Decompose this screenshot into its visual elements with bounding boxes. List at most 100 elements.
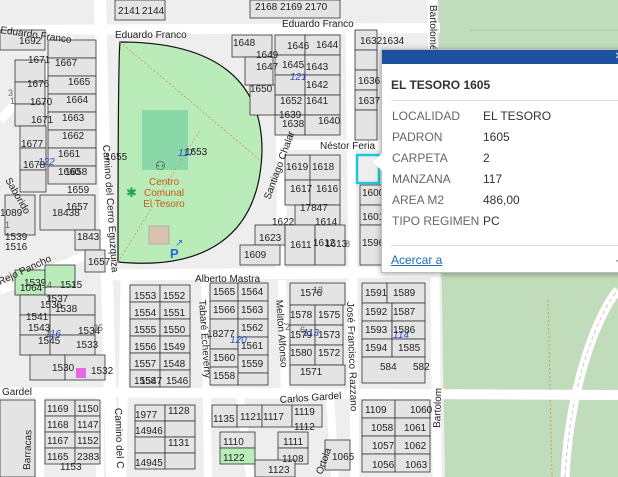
lot-number: 1089 (0, 208, 23, 219)
lot-number: 1558 (213, 371, 236, 382)
lot-number: 1119 (294, 407, 315, 418)
lot-number: 1619 (286, 162, 309, 173)
lot-number: 1658 (65, 167, 88, 178)
lot-number: 1064 (20, 283, 43, 294)
parking-arrow-icon: ↗ (175, 238, 183, 249)
lot-number: 1636 (358, 76, 381, 87)
lot-number: 1585 (398, 343, 421, 354)
lot-number: 1589 (393, 288, 416, 299)
lot-number: 1646 (287, 41, 310, 52)
lot-number: 1977 (135, 410, 158, 421)
lot-number: 1131 (168, 438, 190, 449)
field-value-padron: 1605 (483, 130, 510, 144)
field-value-localidad: EL TESORO (483, 109, 552, 123)
lot-number: 1533 (76, 340, 99, 351)
lot-number: 1530 (52, 363, 75, 374)
lot-number: 1110 (223, 437, 244, 448)
popup-divider (391, 100, 618, 101)
lot-number: 1593 (365, 325, 388, 336)
lot-number: 1662 (62, 131, 85, 142)
lot-number: 1515 (60, 280, 83, 291)
lot-subnumber: 6 (300, 325, 305, 335)
lot-number: 1671 (31, 115, 54, 126)
lot-number: 1112 (294, 422, 315, 433)
popup-header-bar: ✕ (382, 50, 618, 64)
person-running-icon: ✱ (126, 185, 137, 200)
lot-number: 1062 (404, 441, 427, 452)
lot-number: 1559 (241, 359, 264, 370)
lot-subnumber: 2 (285, 322, 290, 332)
lot-number: 1552 (163, 291, 186, 302)
lot-number: 1545 (38, 336, 61, 347)
lot-number: 1648 (233, 38, 256, 49)
lot-number: 1152 (77, 436, 99, 447)
lot-number: 1644 (316, 40, 339, 51)
lot-number: 1653 (185, 147, 208, 158)
lot-number: 1168 (47, 420, 69, 431)
lot-number: 1532 (91, 366, 114, 377)
lot-number: 1671 (28, 55, 51, 66)
lot-number: 1657 (66, 202, 89, 213)
lot-number: 1663 (62, 113, 85, 124)
lot-number: 1546 (166, 376, 189, 387)
field-label-padron: PADRON (392, 130, 443, 144)
lot-number: 1670 (30, 97, 53, 108)
lot-number: 1586 (393, 325, 416, 336)
lot-number: 1536 (40, 300, 63, 311)
lot-number: 1591 (365, 288, 388, 299)
lot-number: 1564 (241, 287, 264, 298)
lot-subnumber: 8 (345, 239, 350, 249)
field-value-carpeta: 2 (483, 151, 490, 165)
popup-title: EL TESORO 1605 (391, 78, 491, 92)
poi-marker[interactable] (76, 368, 86, 378)
lot-number: 1556 (134, 342, 157, 353)
lot-number: 1560 (213, 353, 236, 364)
people-icon: ⚇ (155, 159, 166, 173)
lot-number: 1692 (19, 36, 42, 47)
lot-number: 1659 (67, 185, 90, 196)
lot-number: 1547 (140, 376, 163, 387)
lot-number: 1632 (360, 36, 383, 47)
lot-number: 1065 (332, 452, 355, 463)
lot-number: 1677 (21, 139, 44, 150)
lot-number: 1661 (58, 149, 81, 160)
popup-footer-divider (391, 245, 618, 246)
lot-number: 2168 (255, 2, 278, 13)
lot-number: 17847 (300, 203, 328, 214)
lot-number: 2141 (118, 6, 141, 17)
lot-number: 1643 (306, 62, 329, 73)
lot-number: 1117 (263, 412, 284, 423)
lot-number: 1147 (77, 420, 99, 431)
lot-subnumber: 13 (313, 285, 323, 295)
lot-number: 1551 (163, 308, 186, 319)
lot-number: 1123 (268, 465, 290, 476)
lot-number: 1561 (241, 341, 264, 352)
lot-number: 1664 (66, 95, 89, 106)
field-label-localidad: LOCALIDAD (392, 109, 461, 123)
lot-number: 1057 (372, 441, 395, 452)
lot-number: 1555 (134, 325, 157, 336)
field-label-manzana: MANZANA (392, 172, 451, 186)
lot-number: 1573 (318, 330, 341, 341)
lot-number: 1549 (163, 342, 186, 353)
lot-number: 14946 (135, 426, 163, 437)
field-label-carpeta: CARPETA (392, 151, 448, 165)
zoom-to-link[interactable]: Acercar a (391, 253, 442, 267)
street-label-barracas: Barracas (22, 430, 34, 470)
lot-number: 1543 (28, 323, 51, 334)
lot-number: 1548 (163, 359, 186, 370)
lot-number: 14945 (135, 458, 163, 469)
parcel-info-popup[interactable]: ✕ EL TESORO 1605 LOCALIDAD EL TESORO PAD… (373, 49, 618, 273)
field-label-area: AREA M2 (392, 193, 445, 207)
lot-number: 1122 (223, 453, 245, 464)
lot-subnumber: 14 (42, 280, 52, 290)
lot-number: 1667 (55, 58, 78, 69)
lot-number: 1843 (77, 232, 100, 243)
lot-number: 1580 (290, 348, 313, 359)
lot-number: 18277 (207, 329, 235, 340)
close-icon[interactable]: ✕ (615, 51, 618, 63)
lot-number: 1109 (365, 405, 387, 416)
lot-number: 1678 (23, 160, 46, 171)
lot-number: 1153 (60, 462, 82, 473)
street-label-camino-del-c: Camino del C (112, 408, 125, 469)
